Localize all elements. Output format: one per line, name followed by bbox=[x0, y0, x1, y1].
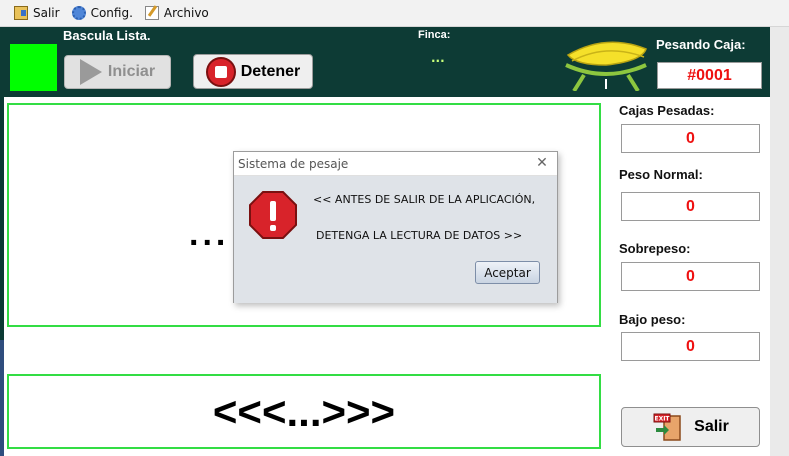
menubar: Salir Config. Archivo bbox=[0, 0, 789, 27]
menu-config[interactable]: Config. bbox=[71, 6, 133, 20]
weight-display-text: ... bbox=[189, 215, 230, 253]
play-icon bbox=[79, 59, 102, 85]
dialog-message-line2: DETENGA LA LECTURA DE DATOS >> bbox=[316, 229, 523, 242]
underweight-field: 0 bbox=[621, 332, 760, 361]
menu-archivo-label: Archivo bbox=[163, 6, 209, 20]
accept-button[interactable]: Aceptar bbox=[475, 261, 540, 284]
finca-label: Finca: bbox=[418, 29, 451, 41]
weighing-box-label: Pesando Caja: bbox=[656, 37, 746, 52]
menu-salir[interactable]: Salir bbox=[14, 6, 60, 20]
normal-weight-label: Peso Normal: bbox=[619, 167, 703, 182]
overweight-field: 0 bbox=[621, 262, 760, 291]
stop-button-label: Detener bbox=[240, 62, 301, 80]
start-button-label: Iniciar bbox=[107, 63, 156, 80]
right-edge-strip bbox=[770, 27, 789, 456]
stop-button[interactable]: Detener bbox=[193, 54, 313, 89]
header-band: Bascula Lista. Iniciar Detener Finca: ..… bbox=[0, 27, 770, 97]
dialog-title: Sistema de pesaje bbox=[238, 156, 349, 171]
normal-weight-field: 0 bbox=[621, 192, 760, 221]
boxes-weighed-label: Cajas Pesadas: bbox=[619, 103, 715, 118]
exit-button-label: Salir bbox=[694, 418, 729, 435]
error-stop-icon bbox=[249, 191, 297, 239]
finca-value: ... bbox=[431, 51, 445, 65]
gear-icon bbox=[71, 6, 86, 20]
menu-archivo[interactable]: Archivo bbox=[144, 6, 209, 20]
app-window: Salir Config. Archivo Bascula Lista. Ini… bbox=[0, 0, 789, 456]
underweight-label: Bajo peso: bbox=[619, 312, 686, 327]
stop-icon bbox=[205, 56, 236, 87]
scale-status-indicator bbox=[10, 44, 57, 91]
menu-salir-label: Salir bbox=[33, 6, 60, 20]
exit-button[interactable]: EXIT Salir bbox=[621, 407, 760, 447]
exit-door-icon: EXIT bbox=[653, 413, 681, 441]
banana-scale-icon bbox=[565, 41, 647, 91]
box-number-field: #0001 bbox=[657, 62, 762, 89]
dialog-body: << ANTES DE SALIR DE LA APLICACIÓN, DETE… bbox=[234, 176, 557, 303]
message-display-panel: <<<...>>> bbox=[7, 374, 601, 449]
warning-dialog: Sistema de pesaje ✕ << ANTES DE SALIR DE… bbox=[233, 151, 558, 303]
exit-icon bbox=[14, 6, 28, 20]
boxes-weighed-field: 0 bbox=[621, 124, 760, 153]
document-edit-icon bbox=[144, 6, 159, 20]
svg-text:EXIT: EXIT bbox=[655, 416, 671, 423]
menu-config-label: Config. bbox=[90, 6, 133, 20]
left-edge-strip-lower bbox=[0, 340, 4, 456]
dialog-titlebar[interactable]: Sistema de pesaje ✕ bbox=[234, 152, 557, 176]
dialog-message-line1: << ANTES DE SALIR DE LA APLICACIÓN, bbox=[313, 193, 536, 206]
close-icon[interactable]: ✕ bbox=[535, 156, 549, 170]
overweight-label: Sobrepeso: bbox=[619, 241, 691, 256]
start-button[interactable]: Iniciar bbox=[64, 55, 171, 89]
scale-status-label: Bascula Lista. bbox=[63, 28, 151, 43]
